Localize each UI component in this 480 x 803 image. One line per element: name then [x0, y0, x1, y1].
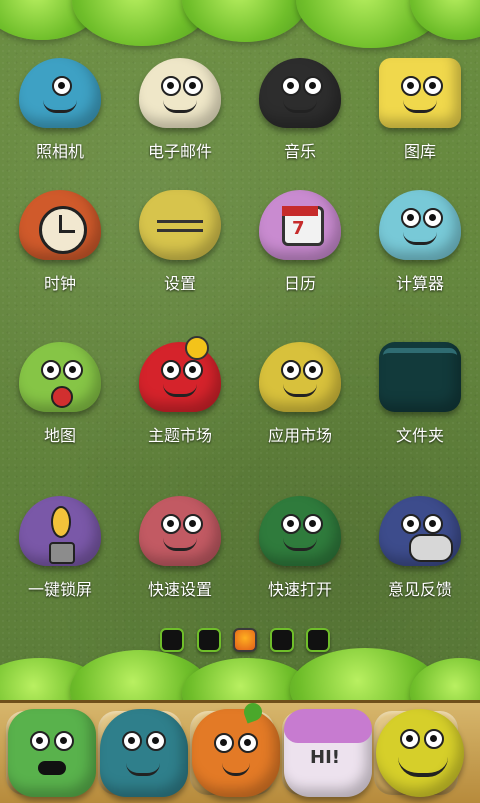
app-label: 快速设置: [147, 580, 212, 599]
app-calculator[interactable]: 计算器: [360, 190, 480, 294]
app-camera[interactable]: 照相机: [0, 58, 120, 162]
app-theme-market[interactable]: 主题市场: [120, 336, 240, 446]
camera-icon: [19, 58, 101, 128]
app-music[interactable]: 音乐: [240, 58, 360, 162]
folder-icon: [379, 342, 461, 412]
browser-icon[interactable]: HI!: [284, 709, 372, 797]
app-drawer-icon[interactable]: [376, 709, 464, 797]
app-calendar[interactable]: 7 日历: [240, 190, 360, 294]
app-gallery[interactable]: 图库: [360, 58, 480, 162]
app-label: 音乐: [283, 142, 316, 161]
app-label: 地图: [43, 426, 76, 445]
app-quick-open[interactable]: 快速打开: [240, 496, 360, 600]
app-label: 计算器: [395, 274, 444, 293]
lock-icon: [19, 496, 101, 566]
quick-settings-icon: [139, 496, 221, 566]
app-label: 意见反馈: [387, 580, 452, 599]
app-quick-settings[interactable]: 快速设置: [120, 496, 240, 600]
app-label: 文件夹: [395, 426, 444, 445]
contacts-icon[interactable]: [100, 709, 188, 797]
messages-icon[interactable]: [192, 700, 280, 797]
app-label: 时钟: [43, 274, 76, 293]
clock-icon: [19, 190, 101, 260]
app-label: 日历: [283, 274, 316, 293]
app-folder[interactable]: 文件夹: [360, 342, 480, 446]
calendar-icon: 7: [259, 190, 341, 260]
app-one-key-lock[interactable]: 一键锁屏: [0, 496, 120, 600]
app-feedback[interactable]: 意见反馈: [360, 496, 480, 600]
app-label: 应用市场: [267, 426, 332, 445]
dock: HI!: [0, 700, 480, 803]
app-maps[interactable]: 地图: [0, 342, 120, 446]
hi-sign: HI!: [310, 747, 340, 768]
gallery-icon: [379, 58, 461, 128]
maps-icon: [19, 342, 101, 412]
app-settings[interactable]: 设置: [120, 190, 240, 294]
app-email[interactable]: 电子邮件: [120, 58, 240, 162]
feedback-icon: [379, 496, 461, 566]
app-label: 图库: [403, 142, 436, 161]
app-label: 一键锁屏: [27, 580, 92, 599]
app-label: 设置: [163, 274, 196, 293]
app-label: 电子邮件: [147, 142, 212, 161]
app-label: 主题市场: [147, 426, 212, 445]
app-clock[interactable]: 时钟: [0, 190, 120, 294]
quick-open-icon: [259, 496, 341, 566]
top-leaf-decoration: [0, 0, 480, 60]
theme-market-icon: [139, 336, 221, 412]
phone-icon[interactable]: [8, 709, 96, 797]
app-market-icon: [259, 342, 341, 412]
settings-icon: [139, 190, 221, 260]
app-app-market[interactable]: 应用市场: [240, 342, 360, 446]
app-label: 快速打开: [267, 580, 332, 599]
music-icon: [259, 58, 341, 128]
app-label: 照相机: [35, 142, 84, 161]
email-icon: [139, 58, 221, 128]
calculator-icon: [379, 190, 461, 260]
